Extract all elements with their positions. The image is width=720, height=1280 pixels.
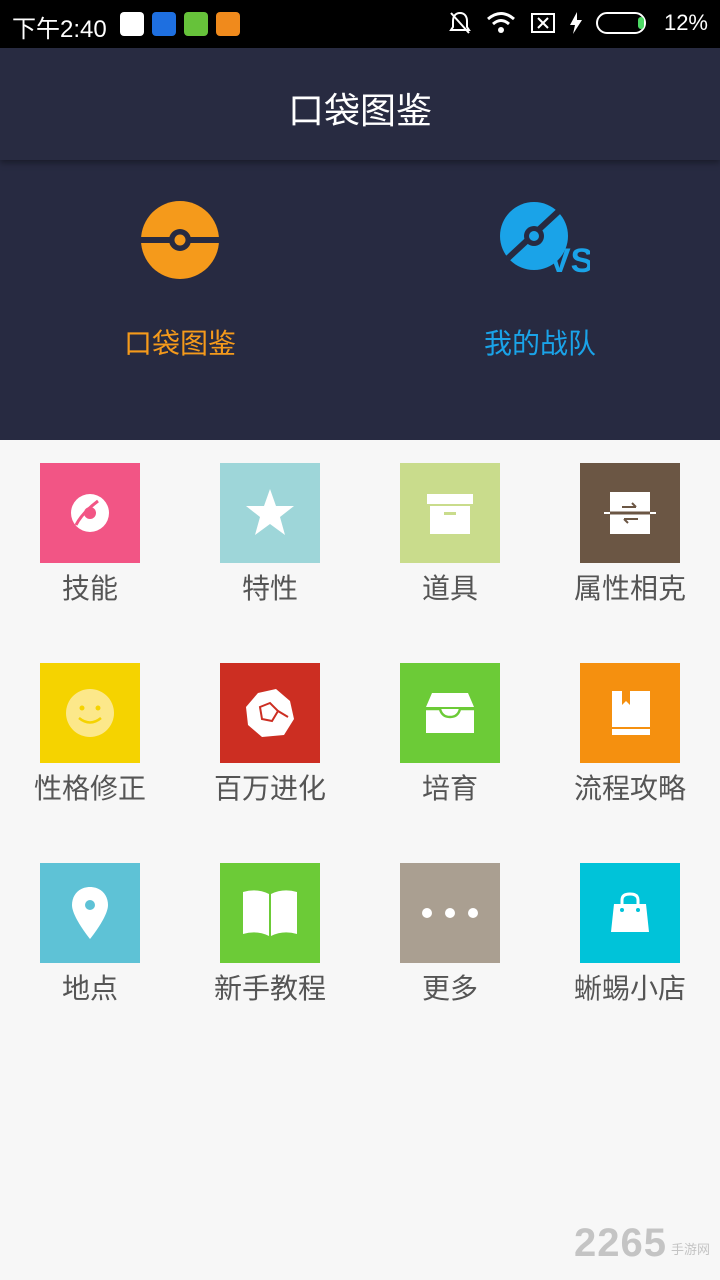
menu-item-label: 属性相克 [573,572,686,605]
menu-item-label: 培育 [421,772,478,805]
disc-icon [71,494,109,532]
menu-item-skills[interactable]: 技能 [0,463,180,613]
map-pin-icon [72,887,108,939]
tile-icon-bg [40,463,140,563]
menu-item-label: 地点 [61,972,118,1005]
tile-icon-bg [220,663,320,763]
menu-item-type-chart[interactable]: 属性相克 [540,463,720,613]
star-icon [246,489,294,535]
more-icon [422,908,478,918]
inbox-icon [426,693,474,733]
status-time: 下午2:40 [12,16,107,43]
my-team-button[interactable]: VS 我的战队 [420,200,660,362]
box-icon [427,494,473,534]
menu-item-label: 蜥蜴小店 [573,972,686,1005]
status-bar: 下午2:40 12% [0,0,720,48]
smiley-icon [66,689,114,737]
menu-item-mega-evolution[interactable]: 百万进化 [180,663,360,813]
no-sim-icon [530,13,555,33]
hero-section: 口袋图鉴 VS 我的战队 [0,160,720,440]
menu-item-locations[interactable]: 地点 [0,863,180,1013]
book-icon [612,691,650,735]
menu-item-tutorial[interactable]: 新手教程 [180,863,360,1013]
menu-item-label: 特性 [241,572,298,605]
tile-icon-bg [220,463,320,563]
watermark-logo: 2265 手游网 [574,1221,710,1266]
tile-icon-bg [220,863,320,963]
watermark-site: 手游网 [670,1243,710,1258]
charging-icon [569,12,582,34]
menu-item-more[interactable]: 更多 [360,863,540,1013]
menu-item-label: 更多 [421,972,478,1005]
menu-item-label: 性格修正 [33,772,146,805]
status-right: 12% [448,10,708,36]
pokeball-icon [141,201,219,279]
page-title: 口袋图鉴 [287,91,432,132]
notification-icons [120,12,240,36]
menu-item-label: 技能 [61,572,118,605]
menu-item-breeding[interactable]: 培育 [360,663,540,813]
battery-app-icon [184,12,208,36]
tile-icon-bg [40,863,140,963]
swap-icon [602,492,658,534]
menu-item-label: 流程攻略 [573,772,686,805]
browser-app-icon [216,12,240,36]
app-header: 口袋图鉴 [0,48,720,160]
tile-icon-bg [400,863,500,963]
battery-percentage: 12% [663,10,708,35]
tile-icon-bg [400,463,500,563]
menu-item-label: 新手教程 [213,972,326,1005]
bell-muted-icon [449,11,471,34]
menu-item-shop[interactable]: 蜥蜴小店 [540,863,720,1013]
pokeball-vs-icon: VS [500,202,590,280]
open-book-icon [243,890,297,936]
my-team-label: 我的战队 [483,327,596,360]
app-notification-icon [120,12,144,36]
watermark-number: 2265 [574,1221,667,1265]
shield-app-icon [152,12,176,36]
shopping-bag-icon [611,892,649,932]
tile-icon-bg [580,863,680,963]
svg-text:VS: VS [548,242,590,280]
menu-item-nature[interactable]: 性格修正 [0,663,180,813]
pokedex-label: 口袋图鉴 [123,327,236,360]
pokedex-button[interactable]: 口袋图鉴 [60,200,300,362]
menu-item-items[interactable]: 道具 [360,463,540,613]
rock-icon [246,689,294,737]
menu-item-walkthrough[interactable]: 流程攻略 [540,663,720,813]
tile-icon-bg [40,663,140,763]
tile-icon-bg [580,463,680,563]
battery-icon [595,12,646,34]
menu-item-label: 道具 [421,572,478,605]
menu-item-label: 百万进化 [213,772,326,805]
menu-item-abilities[interactable]: 特性 [180,463,360,613]
tile-icon-bg [400,663,500,763]
wifi-icon [486,12,515,33]
tile-icon-bg [580,663,680,763]
